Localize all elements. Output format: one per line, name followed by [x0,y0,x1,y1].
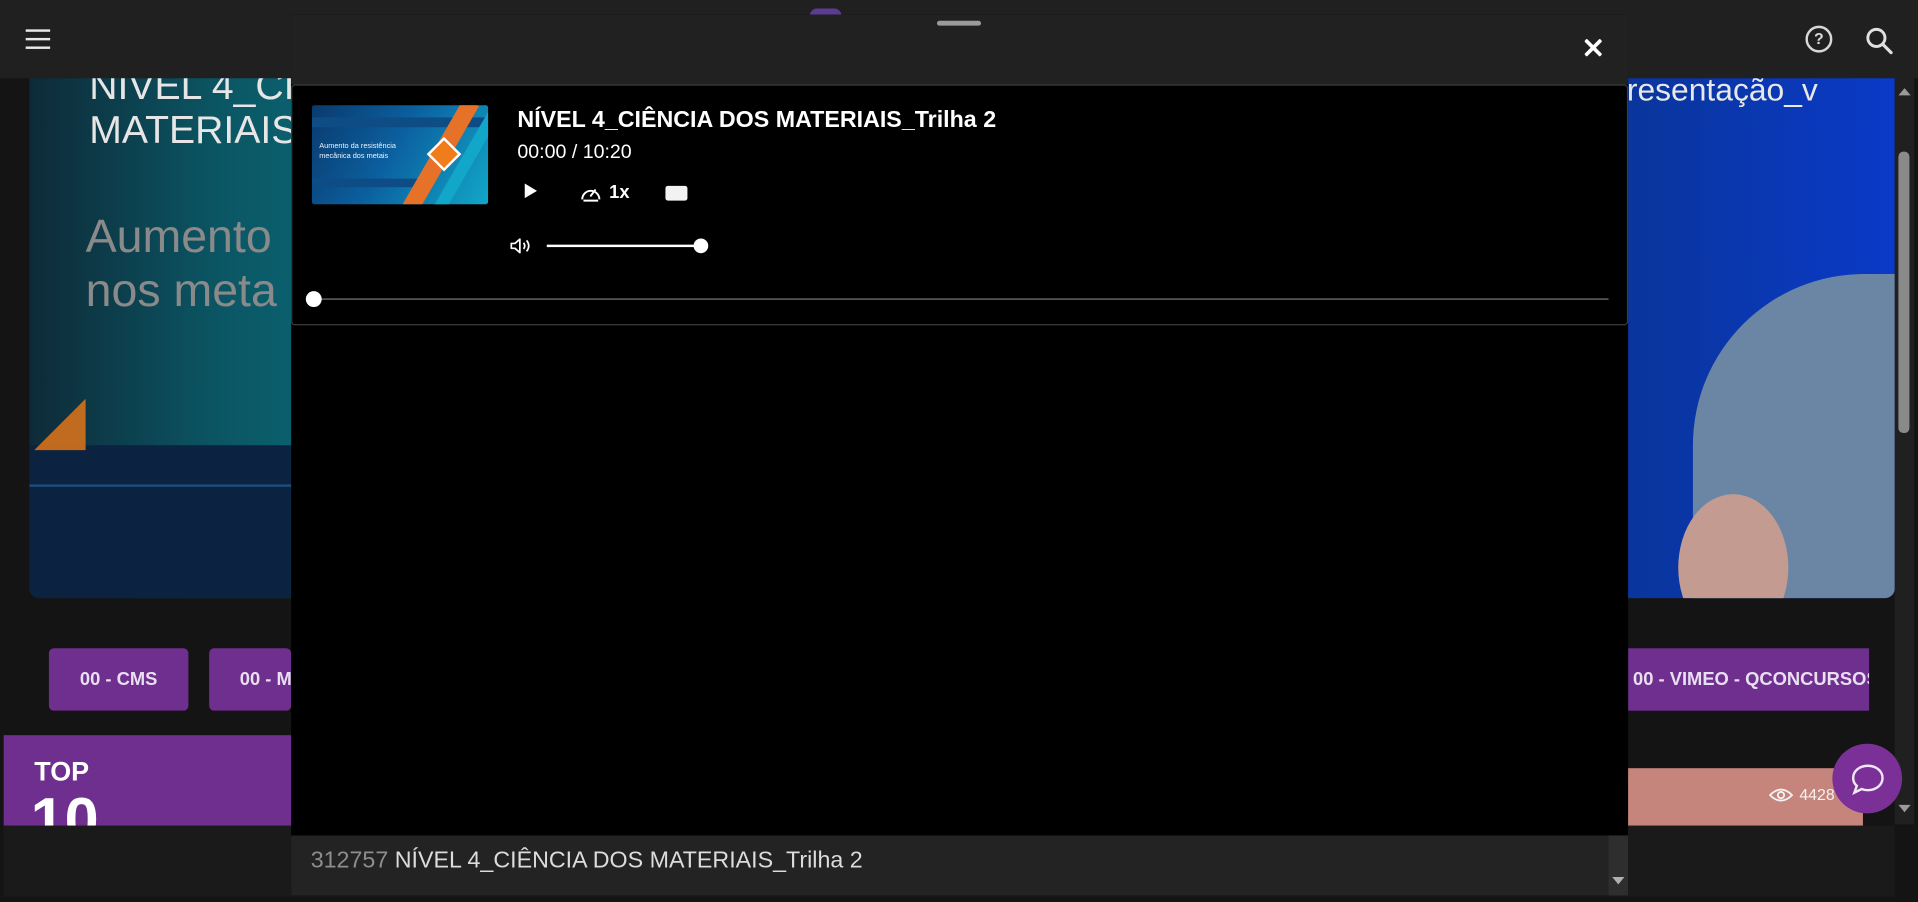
drag-handle[interactable] [936,20,982,26]
volume-slider-track[interactable] [546,244,704,248]
playback-speed-button[interactable]: 1x [580,182,630,203]
scroll-thumb[interactable] [1898,151,1910,434]
top10-label: TOP [34,755,90,787]
speedometer-icon [581,188,601,201]
hero-orange-triangle [34,398,86,451]
playback-speed-value: 1x [609,182,630,204]
hero-subtitle: Aumento nos meta [85,211,277,317]
video-thumbnail[interactable]: Aumento da resistência mecânica dos meta… [311,105,489,205]
volume-icon[interactable] [510,237,532,254]
top10-banner: TOP 10 [3,735,298,826]
hero-title: NÍVEL 4_CIÊ MATERIAIS_ [89,78,321,152]
thumbnail-text: Aumento da resistência mecânica dos meta… [319,143,396,161]
close-button[interactable] [1578,34,1607,63]
footer-video-title: NÍVEL 4_CIÊNCIA DOS MATERIAIS_Trilha 2 [394,847,863,874]
video-modal: Aumento da resistência mecânica dos meta… [291,14,1629,896]
search-icon[interactable] [1864,26,1893,55]
video-time: 00:00 / 10:20 [517,141,632,163]
scroll-down-arrow-icon[interactable] [1612,877,1625,885]
scroll-down-arrow-icon[interactable] [1898,804,1911,813]
chat-button[interactable] [1832,743,1903,814]
video-title: NÍVEL 4_CIÊNCIA DOS MATERIAIS_Trilha 2 [517,107,997,134]
hamburger-menu-icon[interactable] [25,29,51,49]
video-player: Aumento da resistência mecânica dos meta… [291,84,1629,326]
footer-video-label: 312757 NÍVEL 4_CIÊNCIA DOS MATERIAIS_Tri… [311,848,863,875]
view-count: 4428 [1768,785,1835,804]
play-icon[interactable] [524,183,537,199]
hero-decoration-line [29,484,311,487]
volume-slider-handle[interactable] [693,238,709,254]
thumbnail-band-lower [311,178,423,188]
view-count-value: 4428 [1799,785,1835,804]
app-root: ? NÍVEL 4_CIÊ MATERIAIS_ Aumento nos met… [0,0,1918,902]
modal-footer: 312757 NÍVEL 4_CIÊNCIA DOS MATERIAIS_Tri… [291,835,1629,896]
category-pill-vimeo[interactable]: 00 - VIMEO - QCONCURSOS [1628,648,1870,711]
eye-icon [1768,788,1794,801]
top10-number: 10 [30,788,99,826]
scroll-up-arrow-icon[interactable] [1898,88,1911,96]
hero-decoration [29,445,311,599]
seek-bar[interactable] [314,298,1609,300]
footer-scrollbar[interactable] [1608,835,1629,896]
page-scrollbar[interactable] [1894,78,1915,825]
seek-handle[interactable] [305,291,322,308]
screen-mode-icon[interactable] [665,185,688,201]
help-icon[interactable]: ? [1805,25,1833,53]
category-pill-m[interactable]: 00 - M [209,648,292,711]
chat-bubble-icon [1851,763,1884,795]
footer-video-id: 312757 [310,847,389,874]
category-pill-cms[interactable]: 00 - CMS [48,648,189,711]
hero-right-title: resentação_v [1626,78,1818,108]
modal-header [291,14,1629,85]
